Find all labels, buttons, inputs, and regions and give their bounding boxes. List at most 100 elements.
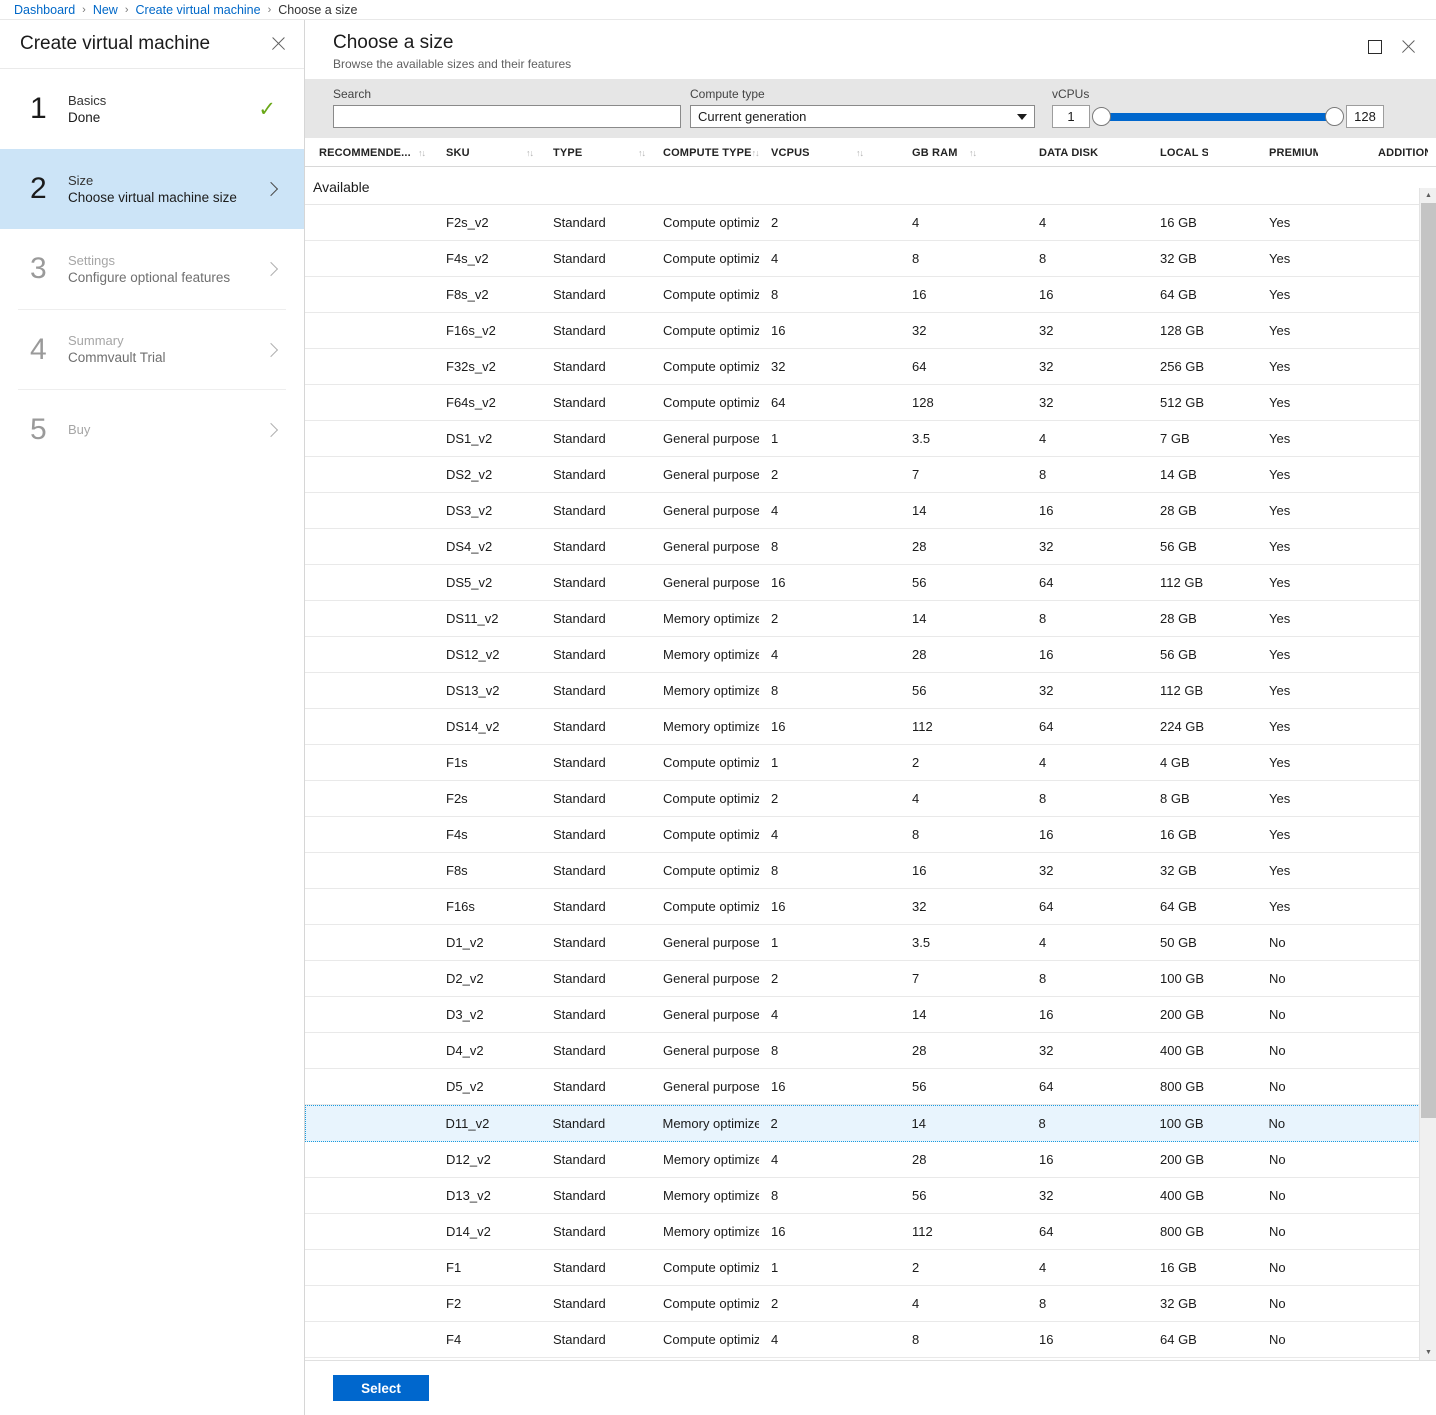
table-row[interactable]: D13_v2 Standard Memory optimized 8 56 32 400 G… [305,1178,1436,1214]
table-row[interactable]: F16s Standard Compute optimized 16 32 64 64 GB… [305,889,1436,925]
table-row[interactable]: DS11_v2 Standard Memory optimized 2 14 8 28 GB… [305,601,1436,637]
maximize-icon[interactable] [1368,40,1382,54]
table-row[interactable]: F1s Standard Compute optimized 1 2 4 4 GB Yes [305,745,1436,781]
cell-vcpus: 2 [771,791,779,806]
cell-premium_disk: Yes [1269,611,1291,626]
table-row[interactable]: F16s_v2 Standard Compute optimized 16 32 32 12… [305,313,1436,349]
table-row[interactable]: DS14_v2 Standard Memory optimized 16 112 64 22… [305,709,1436,745]
column-header-recommended[interactable]: RECOMMENDE... ↑↓ [313,147,431,159]
cell-compute_type: Compute optimized [663,1260,759,1275]
table-row[interactable]: F8s_v2 Standard Compute optimized 8 16 16 64 G… [305,277,1436,313]
table-row[interactable]: F2s Standard Compute optimized 2 4 8 8 GB Yes [305,781,1436,817]
compute-type-select[interactable]: Current generation [690,105,1035,128]
column-header-type[interactable]: TYPE ↑↓ [539,147,651,159]
wizard-step-2[interactable]: 2 Size Choose virtual machine size [0,149,304,229]
table-row[interactable]: F1 Standard Compute optimized 1 2 4 16 GB No [305,1250,1436,1286]
table-row[interactable]: DS2_v2 Standard General purpose 2 7 8 14 GB Yes [305,457,1436,493]
slider-handle-max[interactable] [1325,107,1344,126]
scroll-up-icon[interactable]: ▲ [1420,188,1436,203]
cell-vcpus: 4 [771,1332,779,1347]
cell-data_disks: 16 [1039,1332,1054,1347]
vcpus-min-value[interactable]: 1 [1052,105,1090,128]
wizard-step-1[interactable]: 1 Basics Done ✓ [18,69,286,149]
table-row[interactable]: F4 Standard Compute optimized 4 8 16 64 GB No [305,1322,1436,1358]
table-row[interactable]: DS4_v2 Standard General purpose 8 28 32 56 GB Y… [305,529,1436,565]
table-row[interactable]: F2 Standard Compute optimized 2 4 8 32 GB No [305,1286,1436,1322]
search-input[interactable] [333,105,681,128]
cell-gb_ram: 56 [912,575,927,590]
cell-sku: F16s [446,899,475,914]
column-header-data_disks[interactable]: DATA DISKS↑↓ [982,147,1098,159]
table-row[interactable]: D11_v2 Standard Memory optimized 2 14 8 100 GB… [305,1105,1436,1142]
scroll-down-icon[interactable]: ▼ [1420,1345,1436,1360]
cell-gb_ram: 8 [912,1332,920,1347]
wizard-step-title: Size [68,172,94,188]
cell-gb_ram: 112 [912,719,933,734]
column-header-premium_disk[interactable]: PREMIUM DIS...↑↓ [1208,147,1318,159]
table-row[interactable]: D5_v2 Standard General purpose 16 56 64 800 GB… [305,1069,1436,1105]
cell-premium_disk: Yes [1269,719,1291,734]
wizard-step-5[interactable]: 5 Buy [18,389,286,469]
table-row[interactable]: D14_v2 Standard Memory optimized 16 112 64 800… [305,1214,1436,1250]
cell-data_disks: 32 [1039,539,1054,554]
vcpus-max-value[interactable]: 128 [1346,105,1384,128]
breadcrumb-item-2[interactable]: Create virtual machine [136,3,261,17]
cell-type: Standard [553,611,606,626]
sort-icon[interactable]: ↑↓ [856,148,869,158]
table-row[interactable]: DS13_v2 Standard Memory optimized 8 56 32 112 … [305,673,1436,709]
scrollbar-thumb[interactable] [1421,203,1436,1118]
column-header-additional[interactable]: ADDITIONAL F...↑↓ [1318,147,1428,159]
table-row[interactable]: DS1_v2 Standard General purpose 1 3.5 4 7 GB Ye… [305,421,1436,457]
breadcrumb-item-0[interactable]: Dashboard [14,3,75,17]
table-row[interactable]: D12_v2 Standard Memory optimized 4 28 16 200 G… [305,1142,1436,1178]
table-row[interactable]: DS12_v2 Standard Memory optimized 4 28 16 56 G… [305,637,1436,673]
table-row[interactable]: F32s_v2 Standard Compute optimized 32 64 32 25… [305,349,1436,385]
close-icon[interactable] [268,33,290,55]
cell-premium_disk: Yes [1269,827,1291,842]
sort-icon[interactable]: ↑↓ [638,148,651,158]
column-header-sku[interactable]: SKU ↑↓ [431,147,539,159]
table-row[interactable]: F4s Standard Compute optimized 4 8 16 16 GB Yes [305,817,1436,853]
table-row[interactable]: D2_v2 Standard General purpose 2 7 8 100 GB No [305,961,1436,997]
table-row[interactable]: DS5_v2 Standard General purpose 16 56 64 112 G… [305,565,1436,601]
sort-icon[interactable]: ↑↓ [418,148,431,158]
cell-premium_disk: Yes [1269,431,1291,446]
table-vertical-scrollbar[interactable]: ▲ ▼ [1419,188,1436,1360]
column-header-gb_ram[interactable]: GB RAM ↑↓ [869,147,982,159]
cell-sku: DS3_v2 [446,503,493,518]
table-row[interactable]: D1_v2 Standard General purpose 1 3.5 4 50 GB No [305,925,1436,961]
cell-local_ssd: 400 GB [1160,1043,1205,1058]
slider-handle-min[interactable] [1092,107,1111,126]
table-row[interactable]: F8s Standard Compute optimized 8 16 32 32 GB Ye… [305,853,1436,889]
breadcrumb-item-1[interactable]: New [93,3,118,17]
sort-icon[interactable]: ↑↓ [752,148,759,158]
column-header-compute_type[interactable]: COMPUTE TYPE ↑↓ [651,147,759,159]
cell-data_disks: 8 [1039,791,1047,806]
column-header-local_ssd[interactable]: LOCAL SSD↑↓ [1098,147,1208,159]
cell-data_disks: 8 [1039,611,1047,626]
cell-local_ssd: 200 GB [1160,1152,1205,1167]
table-row[interactable]: F2s_v2 Standard Compute optimized 2 4 4 16 GB Y… [305,205,1436,241]
table-row[interactable]: F4s_v2 Standard Compute optimized 4 8 8 32 GB Y… [305,241,1436,277]
close-icon[interactable] [1398,36,1420,58]
sort-icon[interactable]: ↑↓ [526,148,539,158]
cell-type: Standard [553,971,606,986]
cell-gb_ram: 32 [912,323,927,338]
wizard-step-text: Basics Done [68,92,250,127]
cell-type: Standard [553,755,606,770]
table-row[interactable]: D3_v2 Standard General purpose 4 14 16 200 GB N… [305,997,1436,1033]
select-button[interactable]: Select [333,1375,429,1401]
wizard-step-4[interactable]: 4 Summary Commvault Trial [18,309,286,389]
sort-icon[interactable]: ↑↓ [969,148,982,158]
wizard-step-3[interactable]: 3 Settings Configure optional features [18,229,286,309]
table-row[interactable]: F64s_v2 Standard Compute optimized 64 128 32 5… [305,385,1436,421]
table-row[interactable]: D4_v2 Standard General purpose 8 28 32 400 GB N… [305,1033,1436,1069]
cell-local_ssd: 800 GB [1160,1079,1205,1094]
table-row[interactable]: DS3_v2 Standard General purpose 4 14 16 28 GB Y… [305,493,1436,529]
cell-vcpus: 2 [771,611,779,626]
cell-local_ssd: 16 GB [1160,215,1197,230]
column-header-vcpus[interactable]: VCPUS ↑↓ [759,147,869,159]
cell-data_disks: 4 [1039,215,1047,230]
cell-vcpus: 16 [771,575,786,590]
vcpus-range-slider[interactable] [1092,105,1344,128]
